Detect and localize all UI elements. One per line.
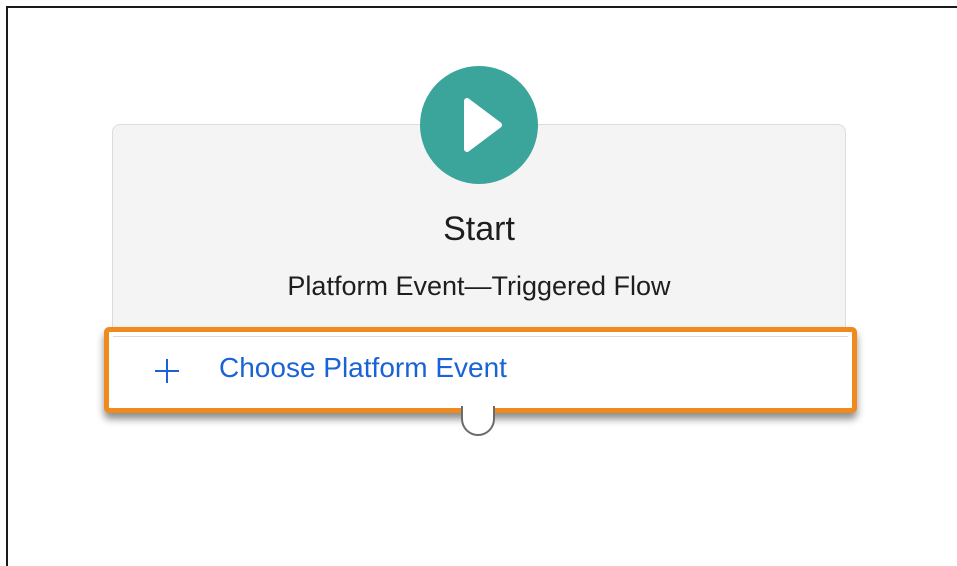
start-node-subtitle: Platform Event—Triggered Flow [287,271,671,301]
plus-icon [155,358,179,383]
play-icon [464,98,502,152]
choose-platform-event-row[interactable]: Choose Platform Event [113,336,848,404]
choose-platform-event-button[interactable]: Choose Platform Event [104,327,857,413]
start-node-badge [420,66,538,184]
choose-platform-event-label[interactable]: Choose Platform Event [219,350,507,386]
start-node-title: Start [443,210,515,248]
